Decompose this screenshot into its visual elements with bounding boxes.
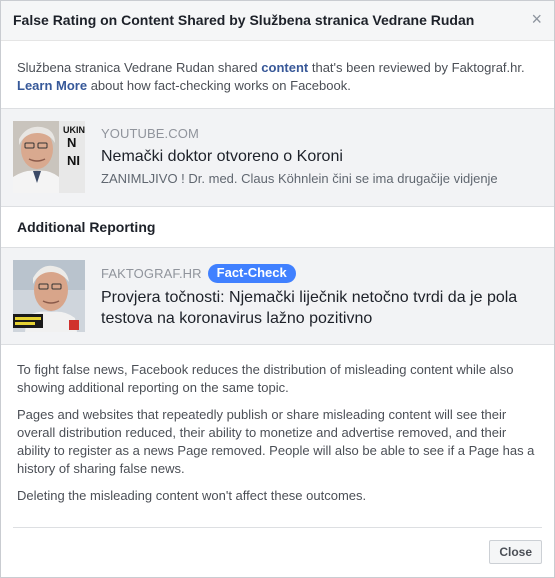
- info-paragraph-3: Deleting the misleading content won't af…: [17, 488, 367, 503]
- info-paragraph-1: To fight false news, Facebook reduces th…: [17, 362, 514, 395]
- shared-content-title[interactable]: Nemački doktor otvoreno o Koroni: [101, 146, 542, 167]
- shared-content-text: YOUTUBE.COM Nemački doktor otvoreno o Ko…: [101, 126, 542, 186]
- info-section: To fight false news, Facebook reduces th…: [1, 345, 554, 505]
- fact-check-badge: Fact-Check: [207, 264, 296, 283]
- intro-part1: Službena stranica Vedrane Rudan shared: [17, 60, 262, 75]
- fact-check-domain: FAKTOGRAF.HR: [101, 266, 202, 281]
- thumb-text-2: N: [67, 135, 76, 150]
- shared-content-description: ZANIMLJIVO ! Dr. med. Claus Köhnlein čin…: [101, 171, 498, 186]
- close-button[interactable]: Close: [489, 540, 542, 564]
- shared-content-card[interactable]: UKIN N NI YOUTUBE.COM Nemački doktor otv…: [1, 109, 554, 207]
- shared-content-domain: YOUTUBE.COM: [101, 126, 199, 141]
- close-icon[interactable]: ×: [531, 10, 542, 28]
- intro-part3: about how fact-checking works on Faceboo…: [87, 78, 351, 93]
- fact-check-card[interactable]: FAKTOGRAF.HR Fact-Check Provjera točnosti…: [1, 247, 554, 345]
- fact-check-thumbnail: [13, 260, 85, 332]
- intro-text: Službena stranica Vedrane Rudan shared c…: [1, 41, 554, 109]
- fact-check-dialog: False Rating on Content Shared by Službe…: [0, 0, 555, 578]
- fact-check-meta: FAKTOGRAF.HR Fact-Check: [101, 264, 542, 283]
- learn-more-link[interactable]: Learn More: [17, 78, 87, 93]
- dialog-title: False Rating on Content Shared by Službe…: [13, 12, 475, 28]
- fact-check-title[interactable]: Provjera točnosti: Njemački liječnik net…: [101, 287, 542, 329]
- thumb-text-3: NI: [67, 153, 80, 168]
- shared-content-thumbnail: UKIN N NI: [13, 121, 85, 193]
- footer-divider: [13, 527, 542, 528]
- additional-reporting-heading: Additional Reporting: [1, 207, 554, 247]
- fact-check-text: FAKTOGRAF.HR Fact-Check Provjera točnosti…: [101, 264, 542, 329]
- content-link[interactable]: content: [261, 60, 308, 75]
- thumb-text-1: UKIN: [63, 125, 85, 135]
- dialog-header: False Rating on Content Shared by Službe…: [1, 1, 554, 41]
- intro-part2: that's been reviewed by Faktograf.hr.: [308, 60, 525, 75]
- info-paragraph-2: Pages and websites that repeatedly publi…: [17, 407, 535, 476]
